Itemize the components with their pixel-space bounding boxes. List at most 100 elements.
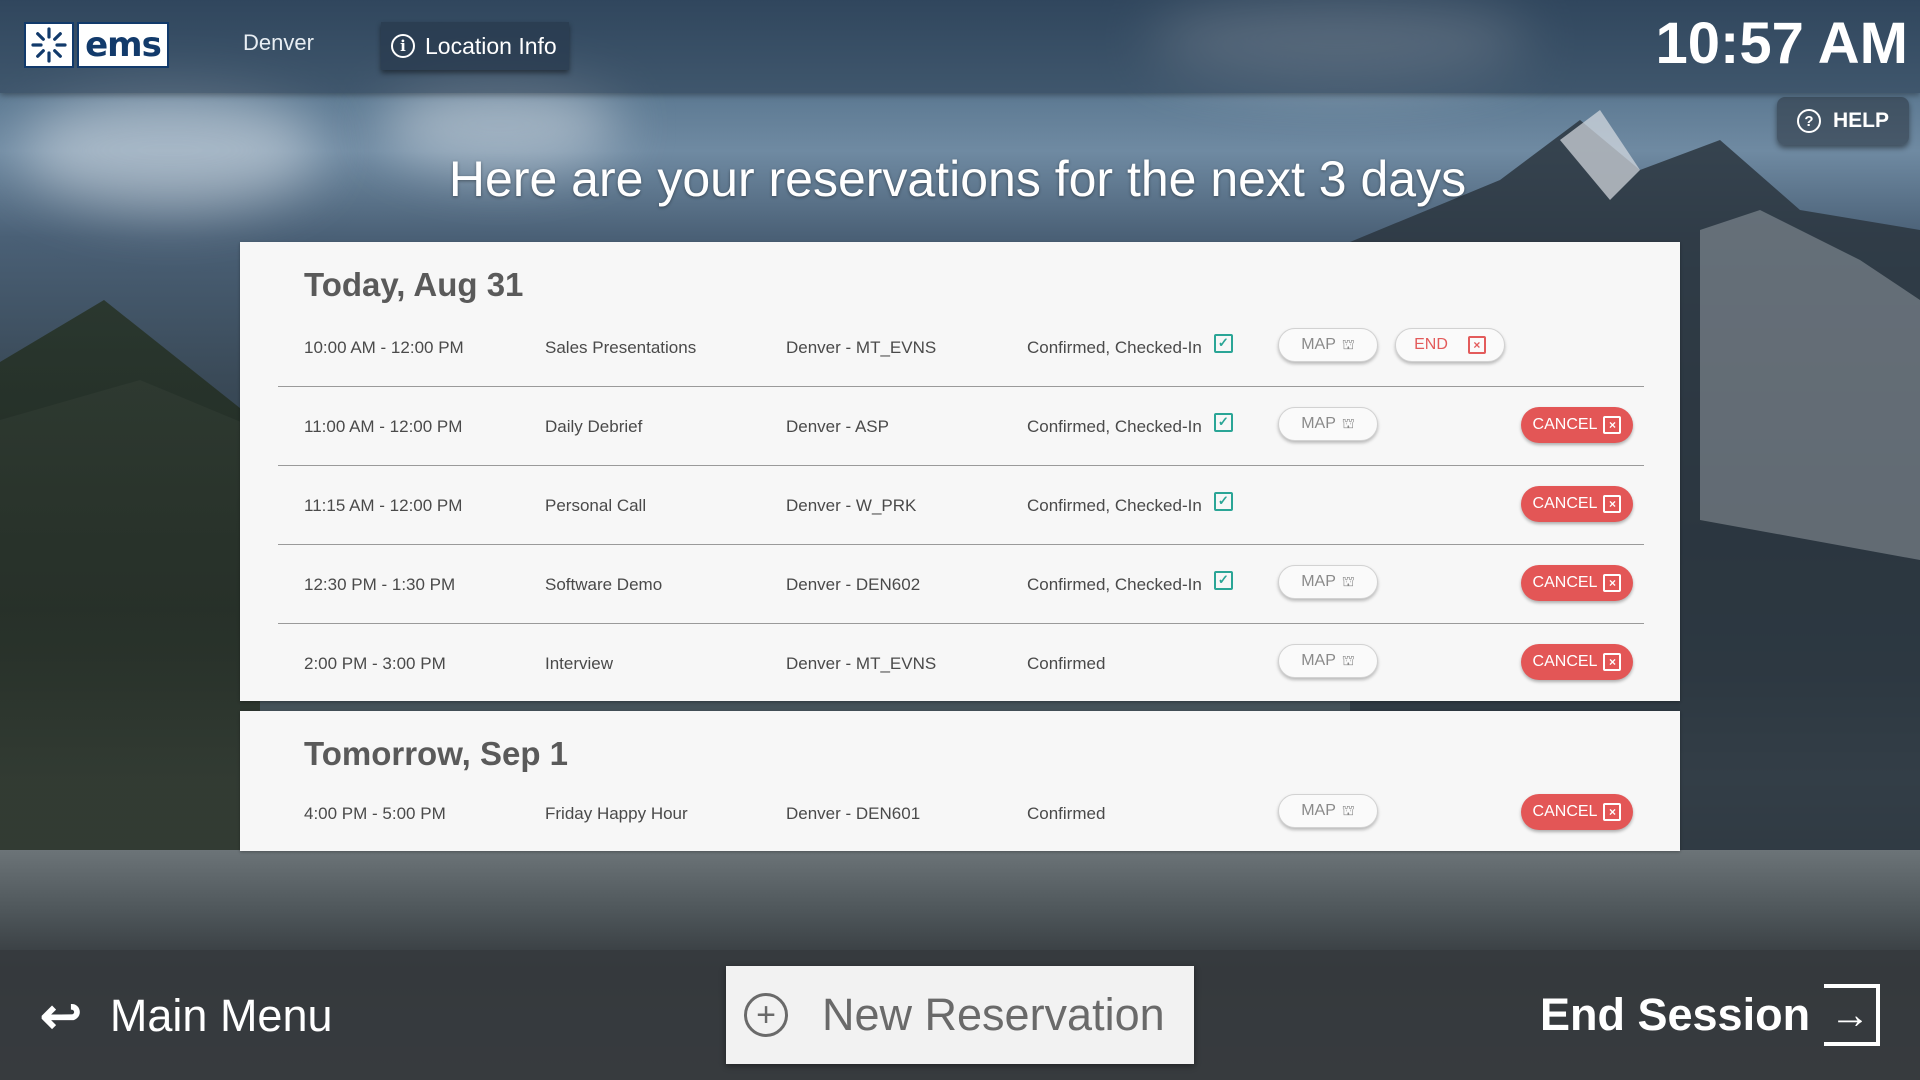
calendar-check-icon: ✓: [1213, 334, 1233, 353]
map-pin-icon: ⛫: [1341, 414, 1355, 431]
calendar-x-icon: ×: [1603, 416, 1622, 434]
reservation-location: Denver - DEN602: [786, 574, 921, 594]
reservation-row[interactable]: 11:00 AM - 12:00 PM Daily Debrief Denver…: [278, 387, 1644, 466]
exit-door-icon: →: [1824, 984, 1881, 1046]
ems-logo-text: ems: [77, 22, 169, 68]
calendar-check-icon: ✓: [1213, 413, 1233, 432]
reservation-title: Daily Debrief: [545, 416, 643, 436]
background-lake: [0, 850, 1920, 950]
ems-burst-logo-icon: [24, 22, 74, 68]
cancel-button[interactable]: CANCEL ×: [1521, 565, 1633, 601]
help-button[interactable]: ? HELP: [1777, 97, 1909, 145]
calendar-check-icon: ✓: [1213, 571, 1233, 590]
map-pin-icon: ⛫: [1341, 572, 1355, 589]
reservation-status: Confirmed: [1027, 624, 1105, 703]
info-circle-icon: i: [391, 34, 415, 58]
day-heading: Tomorrow, Sep 1: [304, 735, 569, 772]
cancel-button[interactable]: CANCEL ×: [1521, 794, 1633, 830]
map-button[interactable]: MAP ⛫: [1278, 407, 1378, 441]
map-label: MAP: [1301, 336, 1336, 353]
page-title: Here are your reservations for the next …: [448, 151, 1467, 207]
reservation-status-text: Confirmed, Checked-In: [1027, 574, 1202, 594]
reservation-status: Confirmed, Checked-In ✓: [1027, 308, 1233, 387]
bottom-bar: ↩ Main Menu + New Reservation End Sessio…: [0, 950, 1920, 1080]
day-heading: Today, Aug 31: [304, 266, 524, 303]
return-arrow-icon: ↩: [40, 988, 82, 1044]
map-label: MAP: [1301, 652, 1336, 669]
map-label: MAP: [1301, 415, 1336, 432]
reservation-status-text: Confirmed, Checked-In: [1027, 337, 1202, 357]
reservation-row[interactable]: 11:15 AM - 12:00 PM Personal Call Denver…: [278, 466, 1644, 545]
cancel-button[interactable]: CANCEL ×: [1521, 486, 1633, 522]
reservation-time: 11:00 AM - 12:00 PM: [304, 416, 463, 436]
calendar-x-icon: ×: [1603, 495, 1622, 513]
reservation-location: Denver - MT_EVNS: [786, 337, 937, 357]
map-pin-icon: ⛫: [1341, 651, 1355, 668]
reservations-card-today: Today, Aug 31 10:00 AM - 12:00 PM Sales …: [240, 242, 1680, 701]
reservation-time: 4:00 PM - 5:00 PM: [304, 803, 446, 823]
main-menu-button[interactable]: ↩ Main Menu: [40, 986, 333, 1046]
cancel-label: CANCEL: [1532, 495, 1598, 512]
reservation-row[interactable]: 2:00 PM - 3:00 PM Interview Denver - MT_…: [278, 624, 1644, 703]
main-menu-label: Main Menu: [109, 990, 333, 1041]
reservation-time: 10:00 AM - 12:00 PM: [304, 337, 464, 357]
reservation-status-text: Confirmed, Checked-In: [1027, 495, 1202, 515]
reservation-time: 12:30 PM - 1:30 PM: [304, 574, 456, 594]
clock: 10:57 AM: [1655, 11, 1908, 76]
end-session-button[interactable]: End Session →: [1540, 978, 1881, 1052]
cancel-button[interactable]: CANCEL ×: [1521, 644, 1633, 680]
question-circle-icon: ?: [1796, 109, 1821, 133]
top-bar: ems Denver i Location Info 10:57 AM: [0, 0, 1920, 93]
cancel-label: CANCEL: [1532, 653, 1598, 670]
map-button[interactable]: MAP ⛫: [1278, 794, 1378, 828]
ems-logo: ems: [24, 22, 174, 68]
reservation-title: Friday Happy Hour: [545, 803, 688, 823]
reservation-location: Denver - W_PRK: [786, 495, 917, 515]
reservation-title: Software Demo: [545, 574, 663, 594]
location-info-button[interactable]: i Location Info: [381, 22, 569, 70]
reservation-location: Denver - ASP: [786, 416, 889, 436]
new-reservation-label: New Reservation: [822, 989, 1165, 1040]
map-pin-icon: ⛫: [1341, 335, 1355, 352]
map-label: MAP: [1301, 802, 1336, 819]
reservation-row[interactable]: 12:30 PM - 1:30 PM Software Demo Denver …: [278, 545, 1644, 624]
reservation-row[interactable]: 10:00 AM - 12:00 PM Sales Presentations …: [278, 308, 1644, 387]
reservation-status-text: Confirmed, Checked-In: [1027, 416, 1202, 436]
calendar-x-icon: ×: [1603, 574, 1622, 592]
map-label: MAP: [1301, 573, 1336, 590]
background-forest: [0, 300, 260, 920]
cancel-label: CANCEL: [1532, 416, 1598, 433]
end-session-label: End Session: [1540, 989, 1811, 1040]
reservation-status: Confirmed, Checked-In ✓: [1027, 387, 1233, 466]
reservation-status: Confirmed: [1027, 774, 1105, 853]
end-button[interactable]: END ×: [1395, 328, 1505, 362]
calendar-x-icon: ×: [1603, 653, 1622, 671]
calendar-x-icon: ×: [1603, 803, 1622, 821]
map-button[interactable]: MAP ⛫: [1278, 565, 1378, 599]
cancel-label: CANCEL: [1532, 574, 1598, 591]
help-label: HELP: [1832, 109, 1889, 132]
map-pin-icon: ⛫: [1341, 801, 1355, 818]
calendar-check-icon: ✓: [1213, 492, 1233, 511]
reservation-title: Interview: [545, 653, 614, 673]
reservation-title: Personal Call: [545, 495, 647, 515]
reservation-status: Confirmed, Checked-In ✓: [1027, 545, 1233, 624]
reservation-time: 11:15 AM - 12:00 PM: [304, 495, 463, 515]
map-button[interactable]: MAP ⛫: [1278, 644, 1378, 678]
new-reservation-button[interactable]: + New Reservation: [726, 966, 1194, 1064]
map-button[interactable]: MAP ⛫: [1278, 328, 1378, 362]
reservation-row[interactable]: 4:00 PM - 5:00 PM Friday Happy Hour Denv…: [278, 774, 1644, 853]
location-name: Denver: [243, 30, 314, 55]
cancel-button[interactable]: CANCEL ×: [1521, 407, 1633, 443]
calendar-x-icon: ×: [1467, 336, 1486, 354]
reservation-location: Denver - DEN601: [786, 803, 921, 823]
plus-circle-icon: +: [744, 993, 788, 1037]
reservation-status-text: Confirmed: [1027, 803, 1106, 823]
cancel-label: CANCEL: [1532, 803, 1598, 820]
reservation-status: Confirmed, Checked-In ✓: [1027, 466, 1233, 545]
end-label: END: [1414, 336, 1448, 353]
reservation-time: 2:00 PM - 3:00 PM: [304, 653, 446, 673]
location-info-label: Location Info: [425, 32, 557, 59]
reservation-status-text: Confirmed: [1027, 653, 1106, 673]
reservation-title: Sales Presentations: [545, 337, 697, 357]
